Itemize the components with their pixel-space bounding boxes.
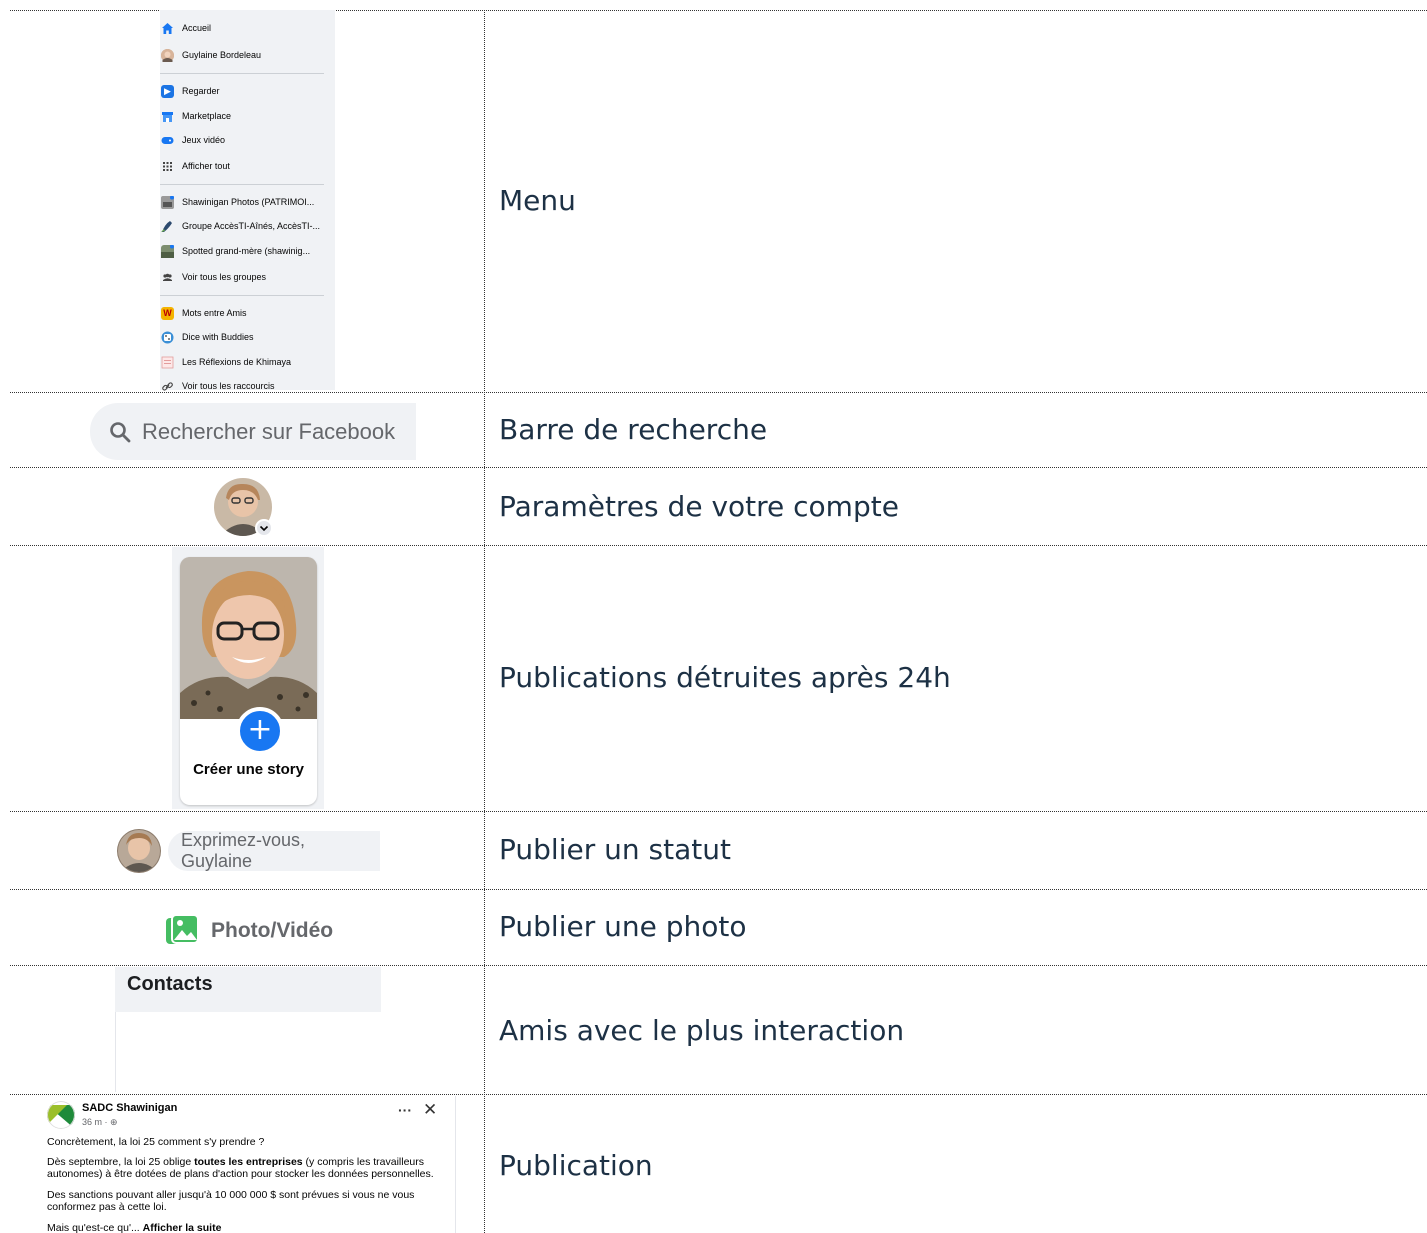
- post-border: [455, 1096, 456, 1233]
- menu-item-voir-groupes[interactable]: Voir tous les groupes: [160, 270, 335, 284]
- menu-item-label: Shawinigan Photos (PATRIMOI...: [182, 197, 315, 207]
- watch-icon: ▶: [161, 84, 174, 98]
- link-icon: [161, 380, 174, 393]
- facebook-menu: Accueil Guylaine Bordeleau ▶ Regarder Ma…: [160, 10, 335, 393]
- search-icon: [110, 421, 131, 442]
- group-icon: [161, 220, 174, 233]
- account-button[interactable]: [214, 478, 274, 538]
- photo-video-icon: [166, 914, 199, 944]
- create-story-card[interactable]: + Créer une story: [172, 547, 324, 809]
- menu-item-label: Mots entre Amis: [182, 308, 247, 318]
- photo-video-label: Photo/Vidéo: [211, 919, 334, 942]
- menu-item-voir-raccourcis[interactable]: Voir tous les raccourcis: [160, 379, 335, 393]
- post-text-line3: Des sanctions pouvant aller jusqu'à 10 0…: [47, 1189, 415, 1213]
- close-icon[interactable]: ✕: [423, 1100, 437, 1120]
- groups-icon: [161, 271, 174, 284]
- menu-item-profile[interactable]: Guylaine Bordeleau: [160, 48, 335, 62]
- row-divider: [10, 467, 1427, 468]
- game-icon: W: [161, 306, 174, 320]
- desc-post: Publication: [499, 1149, 653, 1182]
- status-placeholder: Exprimez-vous, Guylaine: [181, 830, 306, 871]
- post-card: SADC Shawinigan 36 m · ⊕ ··· ✕ Concrètem…: [10, 1096, 456, 1233]
- desc-status: Publier un statut: [499, 833, 731, 866]
- desc-photo: Publier une photo: [499, 910, 747, 943]
- row-divider: [10, 545, 1427, 546]
- post-text-line4: Mais qu'est-ce qu'... Afficher la suite: [47, 1222, 222, 1233]
- post-text-line2: Dès septembre, la loi 25 oblige toutes l…: [47, 1156, 434, 1180]
- menu-item-group-shawinigan-photos[interactable]: Shawinigan Photos (PATRIMOI...: [160, 195, 335, 209]
- grid-icon: [161, 160, 174, 173]
- search-bar[interactable]: Rechercher sur Facebook: [90, 403, 416, 460]
- search-placeholder: Rechercher sur Facebook: [142, 418, 396, 444]
- story-card: + Créer une story: [180, 557, 317, 805]
- menu-item-dice-with-buddies[interactable]: Dice with Buddies: [160, 330, 335, 344]
- menu-item-label: Voir tous les raccourcis: [182, 381, 275, 391]
- more-options-icon[interactable]: ···: [398, 1102, 412, 1118]
- menu-item-label: Regarder: [182, 86, 220, 96]
- desc-menu: Menu: [499, 184, 576, 217]
- menu-item-mots-entre-amis[interactable]: W Mots entre Amis: [160, 306, 335, 320]
- page-icon: [161, 356, 174, 369]
- menu-item-group-spotted[interactable]: Spotted grand-mère (shawinig...: [160, 244, 335, 258]
- menu-item-label: Groupe AccèsTI-Aînés, AccèsTI-...: [182, 221, 321, 231]
- menu-item-afficher-tout[interactable]: Afficher tout: [160, 159, 335, 173]
- menu-item-label: Dice with Buddies: [182, 332, 254, 342]
- story-profile-photo: [180, 557, 317, 719]
- see-more-link[interactable]: Afficher la suite: [143, 1222, 222, 1233]
- post-text-line1: Concrètement, la loi 25 comment s'y pren…: [47, 1136, 265, 1148]
- desc-contacts: Amis avec le plus interaction: [499, 1014, 905, 1047]
- gaming-icon: [161, 134, 174, 147]
- row-divider: [10, 811, 1427, 812]
- menu-item-label: Marketplace: [182, 111, 232, 121]
- home-icon: [161, 22, 174, 35]
- account-avatar: [214, 478, 273, 537]
- menu-item-accueil[interactable]: Accueil: [160, 21, 335, 35]
- desc-search: Barre de recherche: [499, 413, 768, 446]
- contacts-border: [115, 1012, 116, 1092]
- sadc-logo: [47, 1101, 75, 1129]
- menu-item-label: Voir tous les groupes: [182, 272, 267, 282]
- marketplace-icon: [161, 110, 174, 123]
- menu-item-label: Afficher tout: [182, 161, 230, 171]
- create-story-label: Créer une story: [193, 761, 304, 778]
- menu-item-label: Accueil: [182, 23, 212, 33]
- globe-icon: ⊕: [110, 1117, 118, 1127]
- post-author[interactable]: SADC Shawinigan: [82, 1102, 177, 1114]
- menu-item-regarder[interactable]: ▶ Regarder: [160, 84, 335, 98]
- column-divider: [484, 10, 485, 1233]
- menu-item-label: Jeux vidéo: [182, 135, 226, 145]
- menu-item-group-accesti[interactable]: Groupe AccèsTI-Aînés, AccèsTI-...: [160, 219, 335, 233]
- menu-item-label: Les Réflexions de Khimaya: [182, 357, 292, 367]
- menu-item-label: Guylaine Bordeleau: [182, 50, 262, 60]
- row-divider: [10, 889, 1427, 890]
- row-divider: [10, 965, 1427, 966]
- add-story-plus-icon: +: [236, 707, 284, 755]
- photo-video-button[interactable]: Photo/Vidéo: [165, 914, 333, 948]
- menu-item-reflexions-khimaya[interactable]: Les Réflexions de Khimaya: [160, 355, 335, 369]
- group-icon: [161, 244, 174, 258]
- contacts-header: Contacts: [115, 967, 381, 1012]
- status-input[interactable]: Exprimez-vous, Guylaine: [168, 830, 380, 871]
- contacts-title: Contacts: [127, 973, 213, 995]
- desc-story: Publications détruites après 24h: [499, 661, 951, 694]
- menu-separator: [160, 73, 324, 74]
- post-time: 36 m · ⊕: [82, 1117, 118, 1127]
- menu-item-marketplace[interactable]: Marketplace: [160, 109, 335, 123]
- group-icon: [161, 195, 174, 209]
- menu-item-jeux-video[interactable]: Jeux vidéo: [160, 133, 335, 147]
- menu-separator: [160, 295, 324, 296]
- menu-separator: [160, 184, 324, 185]
- row-divider: [10, 1094, 1427, 1095]
- menu-item-label: Spotted grand-mère (shawinig...: [182, 246, 311, 256]
- game-icon: [161, 331, 174, 344]
- status-avatar: [117, 829, 161, 873]
- desc-account: Paramètres de votre compte: [499, 490, 899, 523]
- profile-avatar: [161, 48, 174, 62]
